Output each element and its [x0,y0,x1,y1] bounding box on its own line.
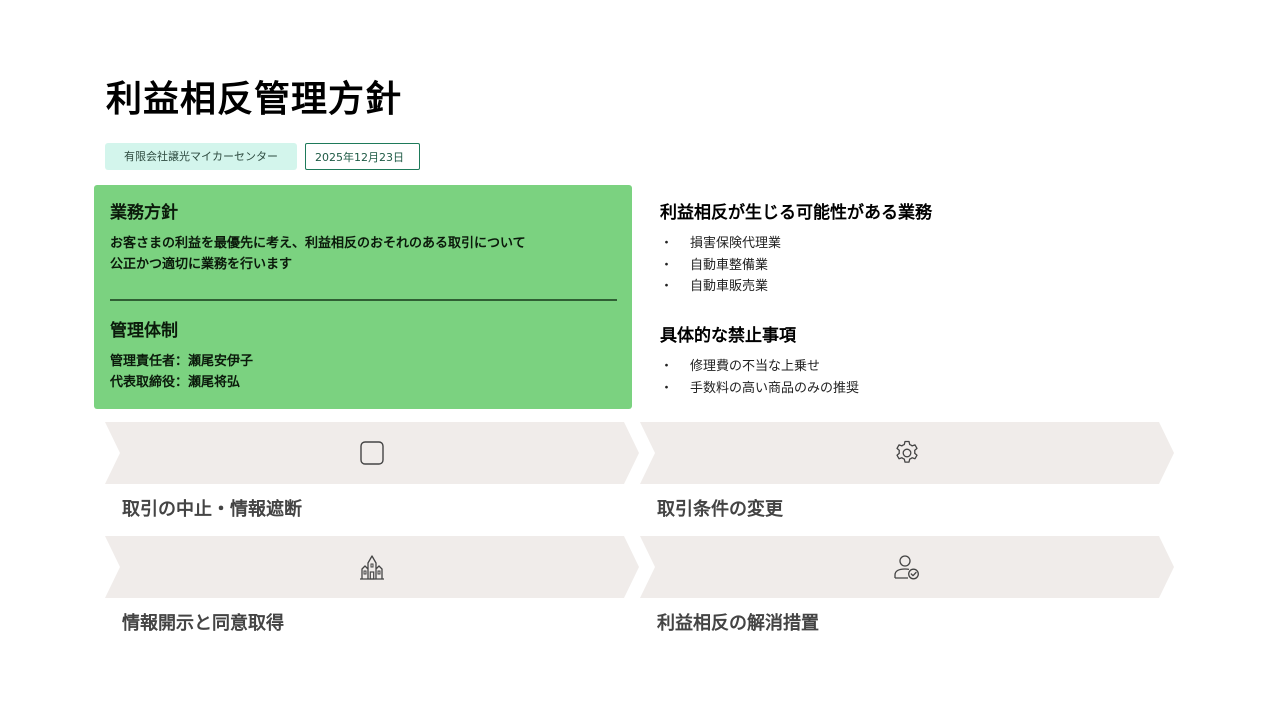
measure-chevron-4 [640,536,1174,598]
list-item: ・自動車整備業 [660,255,781,277]
building-icon [360,555,384,580]
date-badge: 2025年12月23日 [305,143,420,170]
measure-label-4: 利益相反の解消措置 [657,613,819,634]
management-line-2: 代表取締役：瀬尾将弘 [110,375,241,390]
conflict-business-heading: 利益相反が生じる可能性がある業務 [660,203,932,223]
prohibited-heading: 具体的な禁止事項 [660,326,796,346]
measure-label-3: 情報開示と同意取得 [122,613,284,634]
list-item: ・修理費の不当な上乗せ [660,356,859,378]
measure-label-2: 取引条件の変更 [657,499,783,520]
measure-chevron-3 [105,536,639,598]
measure-chevron-2 [640,422,1174,484]
list-item: ・自動車販売業 [660,276,781,298]
policy-line-2: 公正かつ適切に業務を行います [110,257,293,272]
panel-divider [110,299,617,301]
policy-panel: 業務方針 お客さまの利益を最優先に考え、利益相反のおそれのある取引について 公正… [94,185,632,409]
policy-line-1: お客さまの利益を最優先に考え、利益相反のおそれのある取引について [110,236,526,251]
page-title: 利益相反管理方針 [106,79,403,120]
conflict-business-list: ・損害保険代理業 ・自動車整備業 ・自動車販売業 [660,233,781,298]
bullet: ・ [660,380,674,396]
management-line-1: 管理責任者：瀬尾安伊子 [110,354,254,369]
user-check-icon [894,555,919,580]
policy-heading: 業務方針 [110,203,178,223]
gear-icon [896,440,918,463]
bullet: ・ [660,359,674,374]
list-item: ・手数料の高い商品のみの推奨 [660,378,859,400]
bullet: ・ [660,279,674,294]
prohibited-list: ・修理費の不当な上乗せ ・手数料の高い商品のみの推奨 [660,356,859,399]
bullet: ・ [660,257,674,273]
square-icon [360,441,384,465]
bullet: ・ [660,236,674,251]
list-item: ・損害保険代理業 [660,233,781,255]
measure-label-1: 取引の中止・情報遮断 [122,499,302,520]
slide: 利益相反管理方針 有限会社譲光マイカーセンター 2025年12月23日 業務方針… [0,0,1280,720]
company-badge: 有限会社譲光マイカーセンター [105,143,297,170]
measure-chevron-1 [105,422,639,484]
management-heading: 管理体制 [110,321,178,341]
